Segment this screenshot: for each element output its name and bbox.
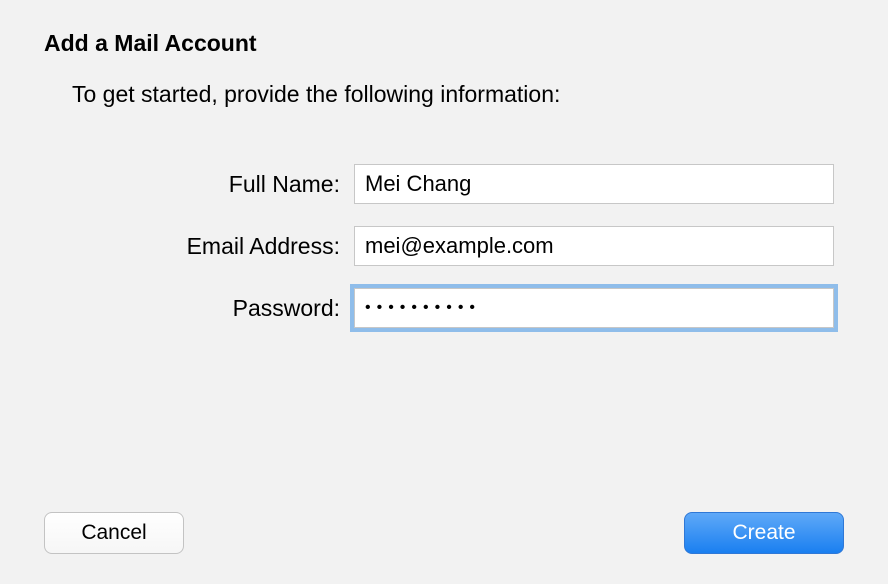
full-name-input[interactable] xyxy=(354,164,834,204)
full-name-label: Full Name: xyxy=(44,171,354,198)
password-label: Password: xyxy=(44,295,354,322)
full-name-row: Full Name: xyxy=(44,164,844,204)
dialog-title: Add a Mail Account xyxy=(44,30,844,57)
email-label: Email Address: xyxy=(44,233,354,260)
add-mail-account-dialog: Add a Mail Account To get started, provi… xyxy=(0,0,888,584)
email-input[interactable] xyxy=(354,226,834,266)
button-row: Cancel Create xyxy=(44,512,844,554)
password-row: Password: xyxy=(44,288,844,328)
cancel-button[interactable]: Cancel xyxy=(44,512,184,554)
account-form: Full Name: Email Address: Password: xyxy=(44,164,844,328)
dialog-subtitle: To get started, provide the following in… xyxy=(72,81,844,108)
email-row: Email Address: xyxy=(44,226,844,266)
create-button[interactable]: Create xyxy=(684,512,844,554)
password-input[interactable] xyxy=(354,288,834,328)
